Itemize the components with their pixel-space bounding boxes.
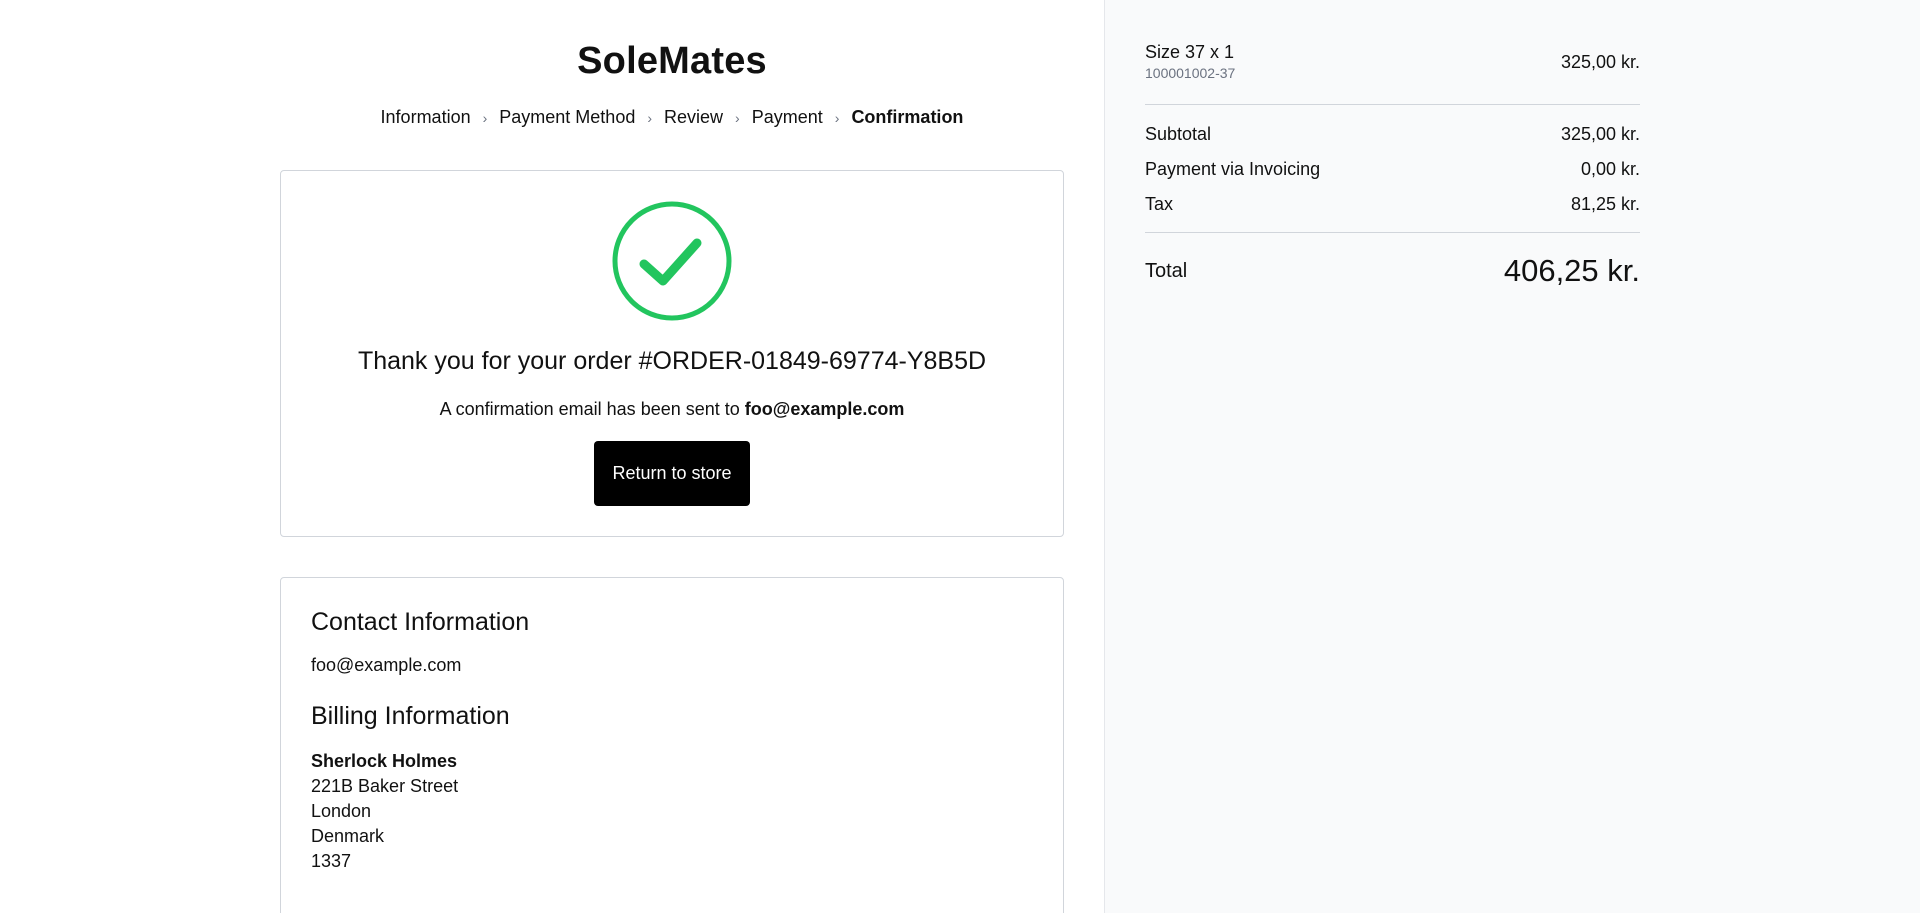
chevron-right-icon: › [834, 109, 840, 126]
order-details-card: Contact Information foo@example.com Bill… [280, 577, 1064, 913]
confirmation-email: foo@example.com [744, 399, 905, 419]
billing-information-heading: Billing Information [311, 702, 510, 730]
chevron-right-icon: › [647, 109, 653, 126]
store-title: SoleMates [577, 40, 767, 82]
chevron-right-icon: › [482, 109, 488, 126]
chevron-right-icon: › [735, 109, 740, 126]
total-row: Total 406,25 kr. [1145, 233, 1640, 289]
totals: Subtotal 325,00 kr. Payment via Invoicin… [1145, 105, 1640, 232]
breadcrumb-payment[interactable]: Payment [752, 107, 823, 128]
contact-information-heading: Contact Information [311, 608, 530, 636]
tax-label: Tax [1145, 194, 1174, 214]
breadcrumb: Information › Payment Method › Review › … [0, 107, 1104, 128]
total-label: Total [1145, 259, 1188, 282]
check-circle-icon [612, 201, 732, 321]
order-summary-sidebar: Size 37 x 1 100001002-37 325,00 kr. Subt… [1104, 0, 1920, 913]
contact-email: foo@example.com [311, 655, 462, 675]
confirmation-card: Thank you for your order #ORDER-01849-69… [280, 170, 1064, 537]
line-item-price: 325,00 kr. [1560, 52, 1640, 72]
subtotal-label: Subtotal [1145, 124, 1212, 144]
breadcrumb-payment-method[interactable]: Payment Method [499, 107, 635, 128]
tax-row: Tax 81,25 kr. [1145, 187, 1640, 222]
confirmation-email-notice: A confirmation email has been sent to fo… [281, 399, 1063, 420]
line-item-details: Size 37 x 1 100001002-37 [1145, 42, 1235, 81]
billing-address: Sherlock Holmes 221B Baker Street London… [311, 749, 1033, 874]
breadcrumb-confirmation: Confirmation [851, 107, 964, 127]
payment-fee-label: Payment via Invoicing [1145, 159, 1321, 179]
main-column: SoleMates Information › Payment Method ›… [0, 0, 1104, 913]
line-item-name: Size 37 x 1 [1145, 42, 1235, 62]
payment-fee-value: 0,00 kr. [1580, 159, 1640, 179]
line-item-sku: 100001002-37 [1145, 65, 1236, 81]
payment-fee-row: Payment via Invoicing 0,00 kr. [1145, 152, 1640, 187]
order-summary: Size 37 x 1 100001002-37 325,00 kr. Subt… [1145, 42, 1640, 289]
email-notice-prefix: A confirmation email has been sent to [439, 399, 740, 419]
billing-name: Sherlock Holmes [311, 751, 458, 771]
subtotal-row: Subtotal 325,00 kr. [1145, 117, 1640, 152]
breadcrumb-information[interactable]: Information [381, 107, 471, 128]
line-item: Size 37 x 1 100001002-37 325,00 kr. [1145, 42, 1640, 104]
billing-city: London [311, 801, 372, 821]
billing-street: 221B Baker Street [311, 776, 459, 796]
breadcrumb-review[interactable]: Review [664, 107, 723, 128]
order-thanks-message: Thank you for your order #ORDER-01849-69… [357, 347, 987, 375]
tax-value: 81,25 kr. [1570, 194, 1640, 214]
subtotal-value: 325,00 kr. [1560, 124, 1640, 144]
billing-postal-code: 1337 [311, 851, 352, 871]
total-value: 406,25 kr. [1503, 253, 1640, 288]
checkout-page: SoleMates Information › Payment Method ›… [0, 0, 1920, 913]
return-to-store-button[interactable]: Return to store [594, 441, 750, 506]
billing-country: Denmark [311, 826, 385, 846]
